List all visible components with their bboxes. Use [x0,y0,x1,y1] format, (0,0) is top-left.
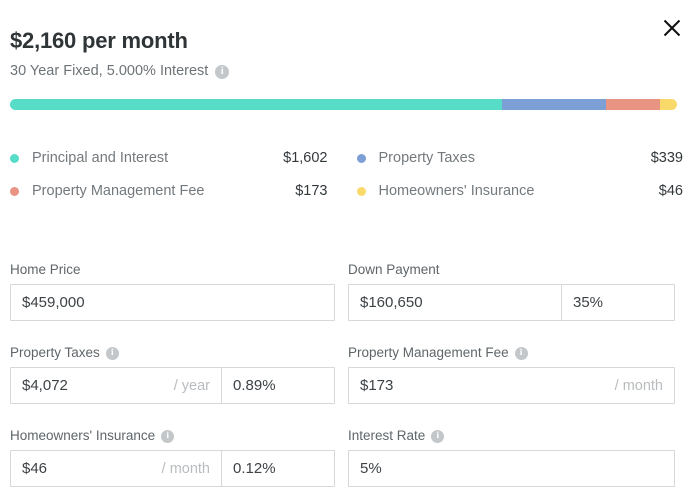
homeowners-insurance-period-suffix: / month [161,460,210,477]
property-taxes-period-suffix: / year [173,377,210,394]
legend-item-property-taxes: Property Taxes $339 [347,150,683,166]
bar-segment-principal-interest [10,99,503,110]
loan-terms-text: 30 Year Fixed, 5.000% Interest [10,63,209,79]
down-payment-percent-value: 35% [573,294,604,311]
homeowners-insurance-amount-input[interactable]: $46 / month [11,451,221,486]
mortgage-inputs-form: Home Price $459,000 Down Payment $160,65… [10,262,675,487]
field-interest-rate: Interest Rate i 5% [348,428,675,487]
down-payment-percent-input[interactable]: 35% [561,285,674,320]
homeowners-insurance-amount-value: $46 [22,460,48,477]
legend-dot-icon [10,153,19,163]
label-text: Down Payment [348,262,440,277]
down-payment-input-row[interactable]: $160,650 35% [348,284,675,321]
home-price-value: $459,000 [22,294,85,311]
property-management-fee-period-suffix: / month [614,377,663,394]
down-payment-amount-value: $160,650 [360,294,423,311]
property-taxes-percent-value: 0.89% [233,377,276,394]
property-management-fee-input[interactable]: $173 / month [349,368,674,403]
mortgage-calculator-modal: $2,160 per month 30 Year Fixed, 5.000% I… [0,0,697,500]
homeowners-insurance-info-icon[interactable]: i [161,429,175,443]
legend-label: Principal and Interest [32,150,169,166]
homeowners-insurance-input-row[interactable]: $46 / month 0.12% [10,450,335,487]
property-management-fee-info-icon[interactable]: i [514,346,528,360]
bar-segment-property-taxes [502,99,607,110]
homeowners-insurance-percent-value: 0.12% [233,460,276,477]
field-label-down-payment: Down Payment [348,262,675,278]
down-payment-amount-input[interactable]: $160,650 [349,285,561,320]
field-property-management-fee: Property Management Fee i $173 / month [348,345,675,404]
loan-terms-info-icon[interactable]: i [215,64,230,79]
interest-rate-input-row[interactable]: 5% [348,450,675,487]
bar-segment-property-management-fee [606,99,660,110]
interest-rate-value: 5% [360,460,382,477]
summary-header: $2,160 per month 30 Year Fixed, 5.000% I… [10,27,647,81]
label-text: Property Management Fee [348,345,509,360]
close-button[interactable] [655,11,689,45]
legend-item-principal-interest: Principal and Interest $1,602 [10,150,347,166]
property-management-fee-input-row[interactable]: $173 / month [348,367,675,404]
monthly-payment-headline: $2,160 per month [10,28,188,53]
label-text: Property Taxes [10,345,100,360]
payment-breakdown-bar [10,99,677,110]
field-down-payment: Down Payment $160,650 35% [348,262,675,321]
legend-item-property-management-fee: Property Management Fee $173 [10,183,347,199]
home-price-input-row[interactable]: $459,000 [10,284,335,321]
legend-dot-icon [10,186,19,196]
property-taxes-input-row[interactable]: $4,072 / year 0.89% [10,367,335,404]
legend-item-homeowners-insurance: Homeowners' Insurance $46 [347,183,683,199]
property-taxes-percent-input[interactable]: 0.89% [221,368,334,403]
field-label-interest-rate: Interest Rate i [348,428,675,444]
property-taxes-amount-value: $4,072 [22,377,68,394]
legend-dot-icon [356,186,366,196]
legend-label: Property Management Fee [32,183,205,199]
homeowners-insurance-percent-input[interactable]: 0.12% [221,451,334,486]
label-text: Home Price [10,262,81,277]
field-label-property-taxes: Property Taxes i [10,345,335,361]
field-property-taxes: Property Taxes i $4,072 / year 0.89% [10,345,335,404]
home-price-input[interactable]: $459,000 [11,285,334,320]
bar-segment-homeowners-insurance [659,99,677,110]
interest-rate-input[interactable]: 5% [349,451,674,486]
field-label-property-management-fee: Property Management Fee i [348,345,675,361]
interest-rate-info-icon[interactable]: i [431,429,445,443]
property-management-fee-value: $173 [360,377,394,394]
legend-dot-icon [356,153,366,163]
field-label-home-price: Home Price [10,262,335,278]
field-homeowners-insurance: Homeowners' Insurance i $46 / month 0.12… [10,428,335,487]
legend-value: $1,602 [283,150,328,166]
legend-label: Homeowners' Insurance [378,183,535,199]
property-taxes-amount-input[interactable]: $4,072 / year [11,368,221,403]
field-home-price: Home Price $459,000 [10,262,335,321]
loan-terms-subline: 30 Year Fixed, 5.000% Interest i [10,62,647,81]
close-icon [663,19,681,37]
legend-label: Property Taxes [378,150,475,166]
payment-breakdown-legend: Principal and Interest $1,602 Property T… [10,150,683,199]
property-taxes-info-icon[interactable]: i [105,346,119,360]
label-text: Interest Rate [348,428,426,443]
field-label-homeowners-insurance: Homeowners' Insurance i [10,428,335,444]
legend-value: $339 [650,150,683,166]
legend-value: $46 [658,183,683,199]
legend-value: $173 [295,183,328,199]
label-text: Homeowners' Insurance [10,428,156,443]
